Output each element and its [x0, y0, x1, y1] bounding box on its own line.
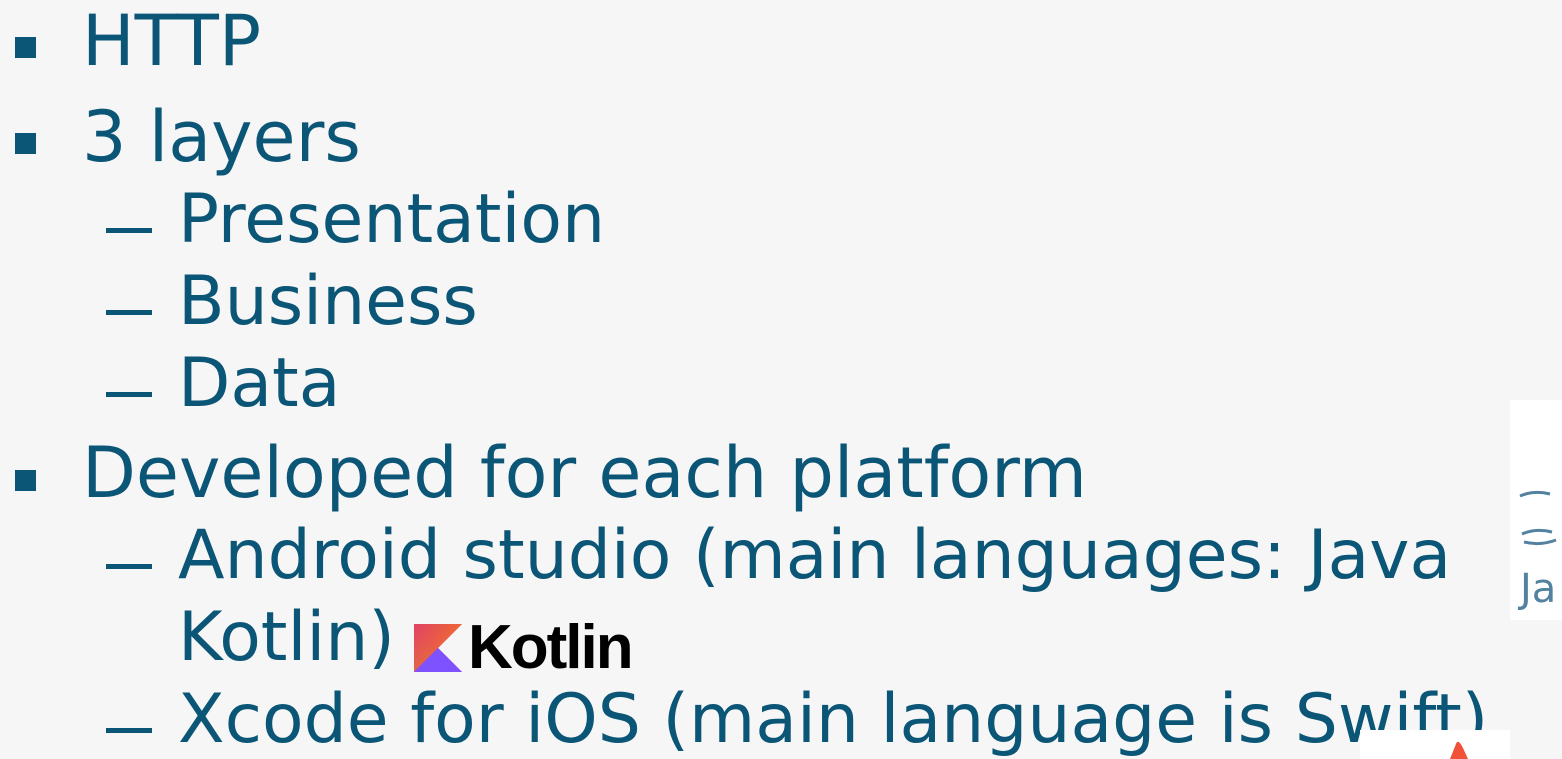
java-logo: Ja [1510, 400, 1562, 620]
sub-presentation: Presentation [178, 180, 606, 259]
bullet-developed: Developed for each platform [82, 432, 1087, 514]
bullet-icon [15, 37, 36, 58]
sub-android-cont: Kotlin) [178, 598, 395, 677]
kotlin-logo: Kotlin [414, 617, 634, 679]
swift-bird-icon [1450, 741, 1468, 759]
dash-icon [106, 728, 152, 733]
sub-android: Android studio (main languages: Java [178, 516, 1452, 595]
bullet-http: HTTP [82, 0, 262, 82]
dash-icon [106, 228, 152, 233]
kotlin-k-icon [414, 624, 462, 672]
sub-xcode: Xcode for iOS (main language is Swift) [178, 680, 1489, 759]
dash-icon [106, 392, 152, 397]
java-wordmark: Ja [1517, 566, 1556, 612]
dash-icon [106, 564, 152, 569]
dash-icon [106, 310, 152, 315]
swift-logo [1360, 730, 1510, 759]
bullet-icon [15, 470, 36, 491]
bullet-icon [15, 133, 36, 154]
sub-data: Data [178, 344, 341, 423]
java-cup-icon: Ja [1517, 490, 1557, 612]
kotlin-wordmark: Kotlin [468, 613, 634, 682]
sub-business: Business [178, 262, 478, 341]
bullet-layers: 3 layers [82, 96, 361, 178]
